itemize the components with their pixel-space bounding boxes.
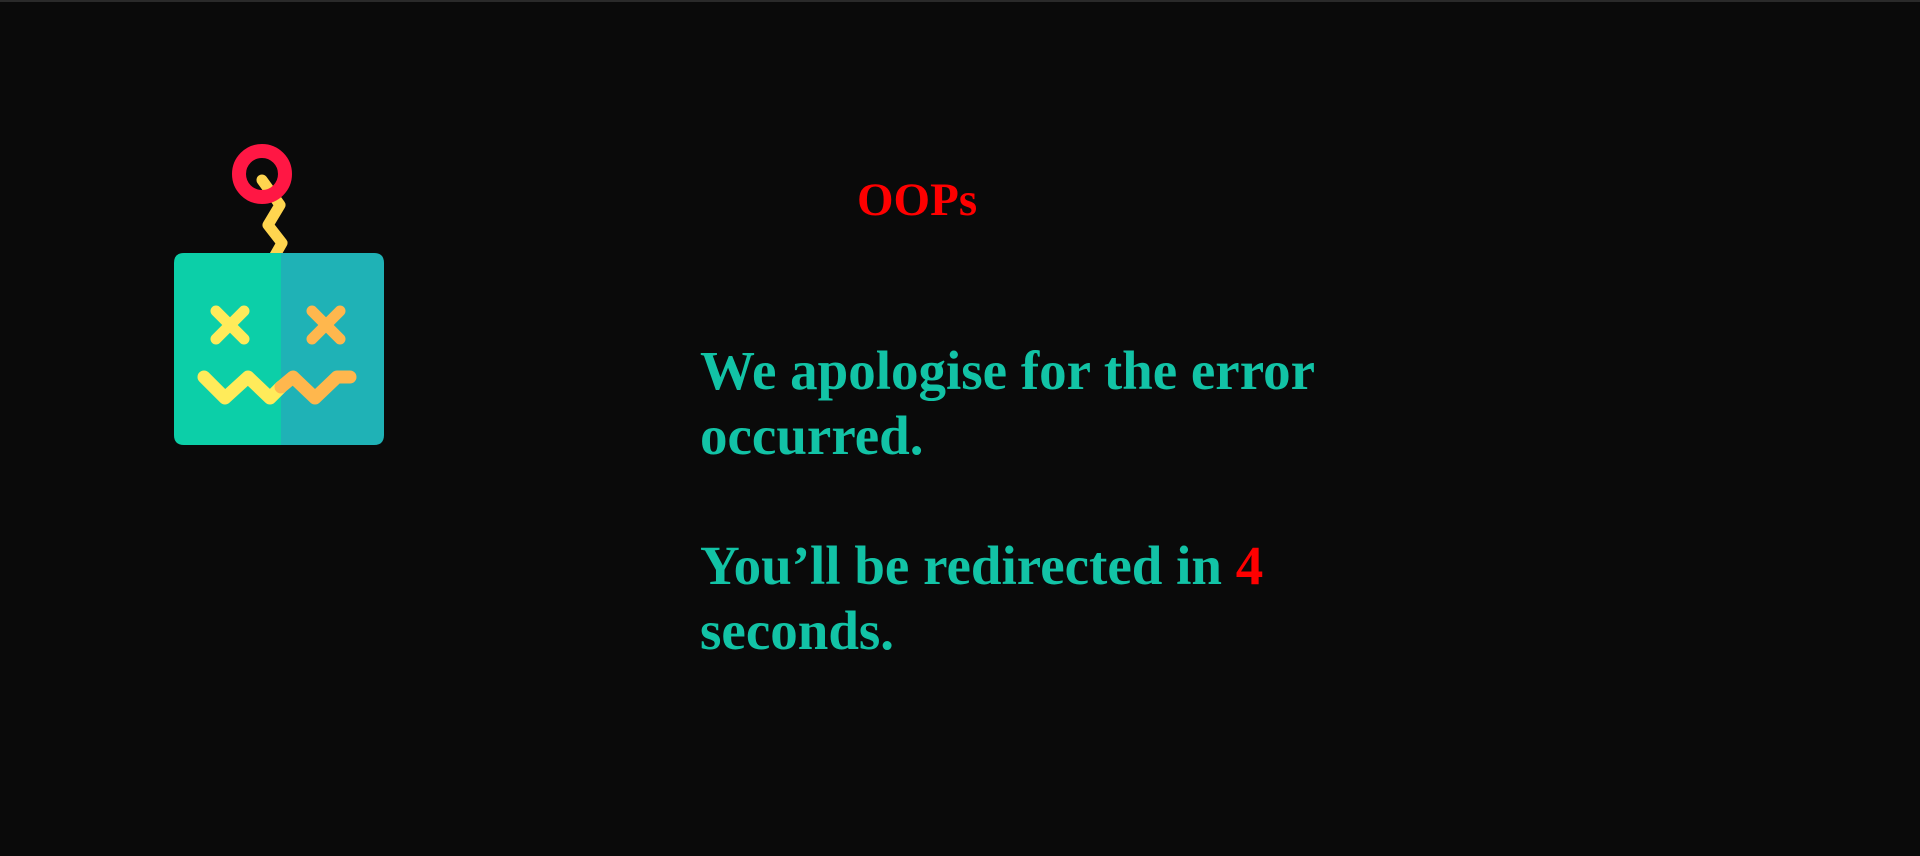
- window-top-border: [0, 0, 1920, 2]
- redirect-text-suffix: seconds.: [700, 600, 895, 661]
- error-message: We apologise for the error occurred.: [700, 340, 1315, 466]
- redirect-text-prefix: You’ll be redirected in: [700, 535, 1236, 596]
- robot-head-left: [174, 253, 281, 445]
- broken-robot-icon: [170, 140, 400, 460]
- robot-head-right: [281, 253, 384, 445]
- robot-antenna-ring: [232, 144, 292, 204]
- redirect-notice: You’ll be redirected in 4 seconds.: [700, 533, 1380, 663]
- error-title: OOPs: [857, 174, 978, 226]
- redirect-countdown: 4: [1235, 535, 1264, 596]
